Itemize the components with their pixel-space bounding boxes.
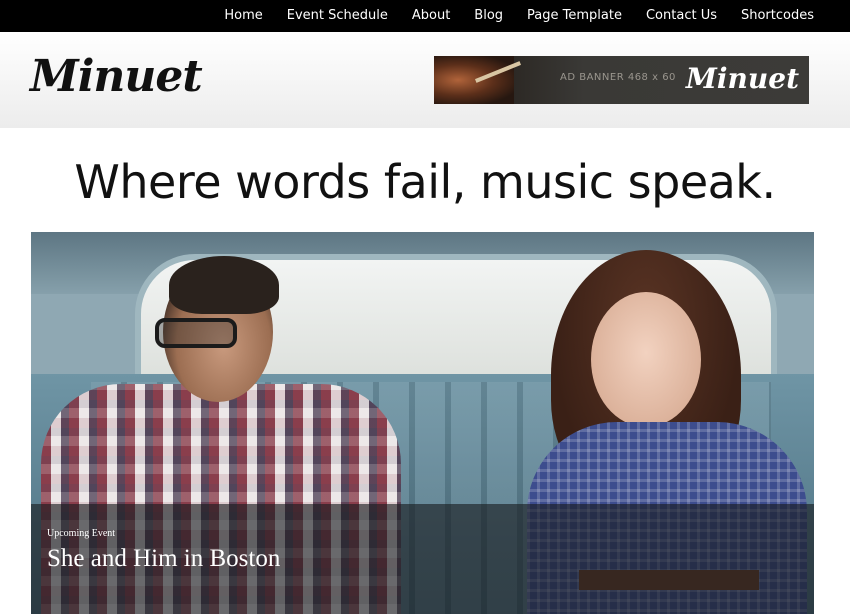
nav-link-shortcodes[interactable]: Shortcodes <box>729 0 826 32</box>
nav-link-event-schedule[interactable]: Event Schedule <box>275 0 400 32</box>
featured-title-link[interactable]: She and Him in Boston <box>47 544 280 574</box>
menu-item-event-schedule: Event Schedule <box>275 0 400 32</box>
site-logo[interactable]: Minuet <box>30 52 203 102</box>
ad-banner-logo: Minuet <box>685 62 799 95</box>
ad-banner[interactable]: AD BANNER 468 x 60 Minuet <box>434 56 809 104</box>
nav-link-page-template[interactable]: Page Template <box>515 0 634 32</box>
menu-item-about: About <box>400 0 462 32</box>
featured-caption: Upcoming Event She and Him in Boston <box>31 504 814 614</box>
nav-link-contact-us[interactable]: Contact Us <box>634 0 729 32</box>
menu-item-shortcodes: Shortcodes <box>729 0 826 32</box>
glasses-icon <box>155 318 237 348</box>
site-tagline: Where words fail, music speak. <box>74 155 776 209</box>
featured-event-slide[interactable]: Upcoming Event She and Him in Boston <box>31 232 814 614</box>
nav-link-home[interactable]: Home <box>212 0 274 32</box>
man-hair <box>169 256 279 314</box>
main-menu: Home Event Schedule About Blog Page Temp… <box>212 0 826 32</box>
menu-item-page-template: Page Template <box>515 0 634 32</box>
menu-item-contact-us: Contact Us <box>634 0 729 32</box>
site-header: Minuet AD BANNER 468 x 60 Minuet <box>0 32 850 128</box>
guitar-photo <box>434 56 514 104</box>
menu-item-home: Home <box>212 0 274 32</box>
woman-face <box>591 292 701 427</box>
top-navigation-bar: Home Event Schedule About Blog Page Temp… <box>0 0 850 32</box>
menu-item-blog: Blog <box>462 0 515 32</box>
nav-link-blog[interactable]: Blog <box>462 0 515 32</box>
ad-banner-text: AD BANNER 468 x 60 <box>560 72 676 83</box>
featured-category-label: Upcoming Event <box>47 528 116 539</box>
nav-link-about[interactable]: About <box>400 0 462 32</box>
